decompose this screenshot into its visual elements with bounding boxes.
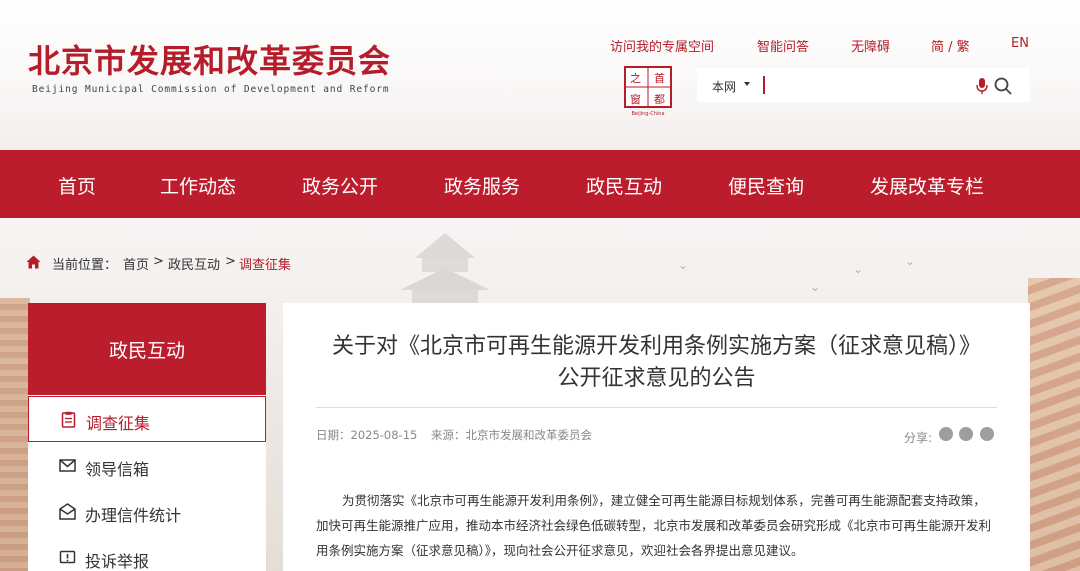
nav-item-public-interaction[interactable]: 政民互动 [586,172,662,199]
chevron-down-icon[interactable] [744,82,750,86]
article-source: 来源：北京市发展和改革委员会 [431,428,592,442]
main-nav: 首页 工作动态 政务公开 政务服务 政民互动 便民查询 发展改革专栏 [0,150,1080,218]
svg-text:都: 都 [654,93,665,106]
svg-text:窗: 窗 [630,92,641,106]
article-date: 日期：2025-08-15 [316,428,418,442]
site-logo-title[interactable]: 北京市发展和改革委员会 [28,36,391,82]
article-panel: 关于对《北京市可再生能源开发利用条例实施方案（征求意见稿）》公开征求意见的公告 … [283,303,1030,571]
eave-decoration-right [1028,278,1080,571]
top-link-personal-space[interactable]: 访问我的专属空间 [610,36,714,55]
bird-icon: ⌄ [678,258,689,272]
weibo-share-icon[interactable] [959,427,973,441]
top-link-english[interactable]: EN [1011,36,1029,51]
nav-item-public-query[interactable]: 便民查询 [728,172,804,199]
nav-item-home[interactable]: 首页 [58,172,96,199]
wechat-share-icon[interactable] [939,427,953,441]
bird-icon: ⌄ [905,254,916,268]
sidebar-item-letter-stats[interactable]: 办理信件统计 [28,489,266,535]
sidebar-item-survey[interactable]: 调查征集 [28,396,266,442]
sidebar-item-label: 办理信件统计 [85,506,182,525]
nav-item-reform-column[interactable]: 发展改革专栏 [870,172,984,199]
sidebar-menu: 调查征集 领导信箱 办理信件统计 投诉举报 [28,395,266,571]
search-bar: 本网 [697,68,1030,102]
nav-item-gov-disclosure[interactable]: 政务公开 [302,172,378,199]
home-icon [26,255,41,269]
top-link-accessibility[interactable]: 无障碍 [851,36,890,55]
eave-decoration-left [0,298,30,571]
microphone-icon[interactable] [976,77,988,95]
mail-icon [59,459,76,472]
sidebar-item-label: 领导信箱 [85,460,150,479]
breadcrumb-separator: > [153,254,164,269]
breadcrumb-item-interaction[interactable]: 政民互动 [168,254,220,273]
sidebar-item-leader-mailbox[interactable]: 领导信箱 [28,443,266,489]
breadcrumb-separator: > [225,254,236,269]
search-input[interactable] [769,74,969,96]
divider [316,407,997,408]
top-link-smart-qa[interactable]: 智能问答 [757,36,809,55]
text-cursor [763,76,765,94]
breadcrumb-label: 当前位置： [52,258,118,273]
sidebar-item-label: 投诉举报 [85,552,150,571]
search-icon[interactable] [994,77,1012,95]
breadcrumb-item-current[interactable]: 调查征集 [239,254,291,273]
sidebar-item-complaint-report[interactable]: 投诉举报 [28,535,266,571]
article-body: 为贯彻落实《北京市可再生能源开发利用条例》，建立健全可再生能源目标规划体系，完善… [316,493,992,558]
nav-item-gov-services[interactable]: 政务服务 [444,172,520,199]
top-link-language-toggle[interactable]: 简 / 繁 [931,36,970,55]
site-logo-subtitle: Beijing Municipal Commission of Developm… [32,84,390,95]
sidebar-item-label: 调查征集 [86,414,151,433]
article-meta: 日期：2025-08-15 来源：北京市发展和改革委员会 [316,427,592,443]
clipboard-icon [61,411,76,428]
search-scope-select[interactable]: 本网 [712,78,736,95]
bird-icon: ⌄ [810,280,821,294]
sidebar-title: 政民互动 [28,303,266,395]
svg-text:首: 首 [654,71,665,85]
share-label: 分享: [904,431,933,445]
report-icon [59,550,76,564]
qzone-share-icon[interactable] [980,427,994,441]
nav-item-work-news[interactable]: 工作动态 [160,172,236,199]
open-mail-icon [59,503,76,520]
svg-text:Beijing-China: Beijing-China [631,111,664,116]
breadcrumb-item-home[interactable]: 首页 [123,254,149,273]
article-title: 关于对《北京市可再生能源开发利用条例实施方案（征求意见稿）》公开征求意见的公告 [331,334,981,391]
bird-icon: ⌄ [853,262,864,276]
svg-text:之: 之 [630,71,641,85]
capital-window-logo[interactable]: 首 都 之 窗 Beijing-China [624,66,672,116]
